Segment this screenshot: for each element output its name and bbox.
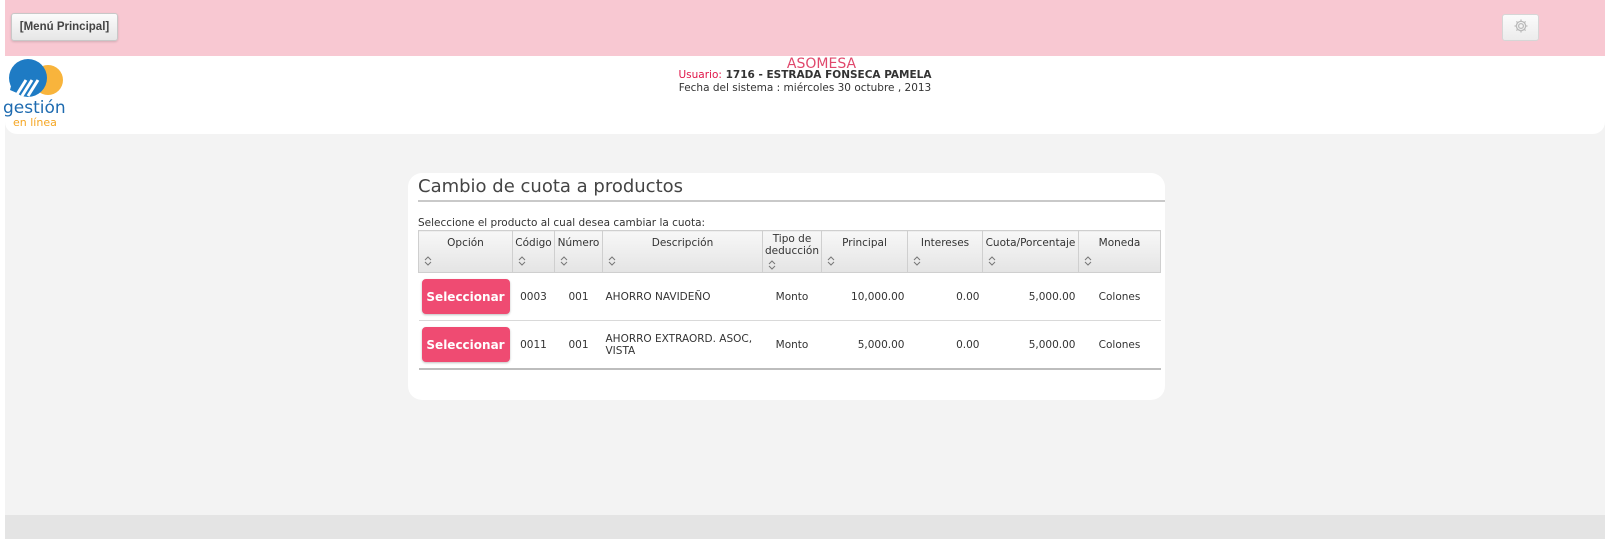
- system-date: Fecha del sistema : miércoles 30 octubre…: [678, 82, 932, 94]
- cell-descripcion: AHORRO EXTRAORD. ASOC, VISTA: [602, 320, 763, 370]
- cell-cuota: 5,000.00: [982, 320, 1079, 370]
- cell-descripcion: AHORRO NAVIDEÑO: [602, 272, 763, 321]
- table-row: Seleccionar 0003 001 AHORRO NAVIDEÑO Mon…: [418, 272, 1161, 321]
- cell-numero: 001: [554, 320, 603, 370]
- column-header-codigo[interactable]: Código: [512, 230, 555, 273]
- cell-intereses: 0.00: [907, 320, 983, 370]
- cell-codigo: 0011: [512, 320, 555, 370]
- settings-button[interactable]: [1502, 14, 1539, 41]
- sort-icon: [518, 256, 526, 266]
- column-header-numero[interactable]: Número: [554, 230, 603, 273]
- table-row: Seleccionar 0011 001 AHORRO EXTRAORD. AS…: [418, 320, 1161, 370]
- column-header-descripcion[interactable]: Descripción: [602, 230, 763, 273]
- sort-icon: [827, 256, 835, 266]
- brand-name: ASOMESA: [786, 56, 857, 72]
- gestion-logo: gestión en línea: [2, 56, 77, 130]
- title-divider: [418, 200, 1165, 202]
- column-header-principal[interactable]: Principal: [821, 230, 908, 273]
- column-header-intereses[interactable]: Intereses: [907, 230, 983, 273]
- main-menu-button[interactable]: [Menú Principal]: [11, 13, 118, 41]
- sort-icon: [988, 256, 996, 266]
- select-button[interactable]: Seleccionar: [421, 327, 510, 362]
- sort-icon: [1084, 256, 1092, 266]
- instruction-text: Seleccione el producto al cual desea cam…: [418, 217, 706, 229]
- cell-tipo: Monto: [762, 320, 822, 370]
- column-header-cuota[interactable]: Cuota/Porcentaje: [982, 230, 1079, 273]
- cell-intereses: 0.00: [907, 272, 983, 321]
- sort-icon: [424, 256, 432, 266]
- top-bar: [Menú Principal]: [5, 0, 1605, 56]
- column-header-moneda[interactable]: Moneda: [1078, 230, 1161, 273]
- footer-bar: [5, 515, 1605, 539]
- page-title: Cambio de cuota a productos: [418, 176, 684, 197]
- cell-tipo: Monto: [762, 272, 822, 321]
- cell-codigo: 0003: [512, 272, 555, 321]
- sort-icon: [768, 260, 776, 270]
- cell-opcion: Seleccionar: [418, 272, 513, 321]
- cell-principal: 5,000.00: [821, 320, 908, 370]
- sort-icon: [608, 256, 616, 266]
- logo-text-main: gestión: [3, 98, 66, 118]
- logo-text-sub: en línea: [13, 116, 57, 129]
- table-header-row: Opción Código Número Descripción Tipo de…: [418, 230, 1161, 273]
- gear-icon: [1513, 18, 1529, 38]
- products-table: Opción Código Número Descripción Tipo de…: [418, 230, 1161, 370]
- cell-moneda: Colones: [1078, 272, 1161, 321]
- cell-principal: 10,000.00: [821, 272, 908, 321]
- cell-moneda: Colones: [1078, 320, 1161, 370]
- column-header-opcion[interactable]: Opción: [418, 230, 513, 273]
- cell-cuota: 5,000.00: [982, 272, 1079, 321]
- column-header-tipo[interactable]: Tipo de deducción: [762, 230, 822, 273]
- select-button[interactable]: Seleccionar: [421, 279, 510, 314]
- sort-icon: [913, 256, 921, 266]
- cell-numero: 001: [554, 272, 603, 321]
- sort-icon: [560, 256, 568, 266]
- cell-opcion: Seleccionar: [418, 320, 513, 370]
